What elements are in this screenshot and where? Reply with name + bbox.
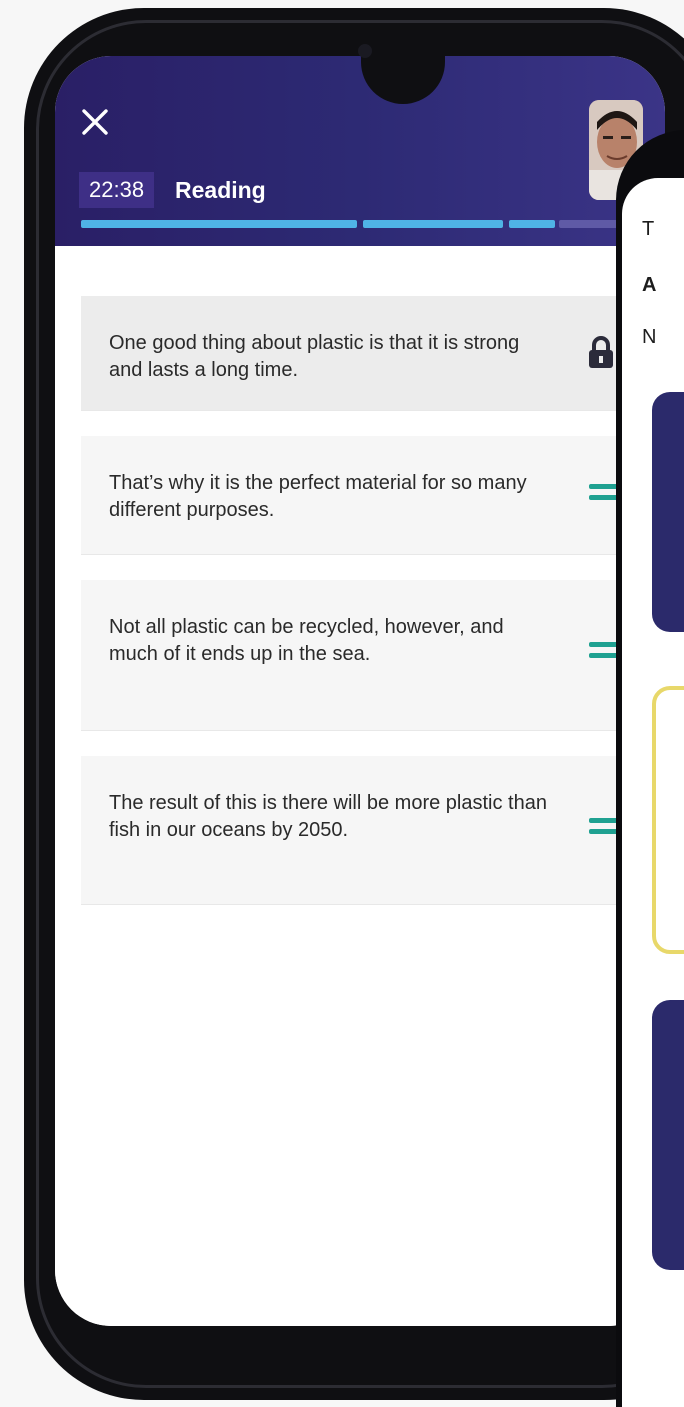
progress-bar	[81, 220, 641, 228]
sentence-text: The result of this is there will be more…	[109, 792, 547, 841]
sentence-card[interactable]: That’s why it is the perfect material fo…	[81, 436, 665, 554]
second-phone-screen: T A N	[622, 178, 684, 1407]
close-icon	[82, 109, 108, 135]
progress-segment	[81, 220, 357, 228]
answer-card[interactable]	[652, 392, 684, 632]
phone-screen: 22:38 Reading One good thing about plast…	[55, 56, 665, 1326]
progress-segment	[363, 220, 503, 228]
sentence-card[interactable]: The result of this is there will be more…	[81, 756, 665, 904]
timer-badge: 22:38	[79, 172, 155, 208]
app-header: 22:38 Reading	[55, 56, 665, 246]
progress-segment	[509, 220, 555, 228]
camera-icon	[358, 44, 372, 58]
sentence-card-locked: One good thing about plastic is that it …	[81, 296, 665, 410]
second-phone-text: A	[642, 274, 657, 296]
sentence-list: One good thing about plastic is that it …	[55, 246, 665, 1326]
stage: 22:38 Reading One good thing about plast…	[0, 0, 684, 1407]
second-phone-text: T	[642, 218, 655, 240]
sentence-card[interactable]: Not all plastic can be recycled, however…	[81, 580, 665, 730]
sentence-text: One good thing about plastic is that it …	[109, 332, 520, 381]
lock-icon	[589, 336, 613, 368]
close-button[interactable]	[77, 104, 113, 140]
answer-card[interactable]	[652, 686, 684, 954]
sentence-text: That’s why it is the perfect material fo…	[109, 472, 527, 521]
sentence-text: Not all plastic can be recycled, however…	[109, 616, 504, 665]
section-title: Reading	[175, 176, 266, 203]
second-phone-text: N	[642, 326, 657, 348]
answer-card[interactable]	[652, 1000, 684, 1270]
